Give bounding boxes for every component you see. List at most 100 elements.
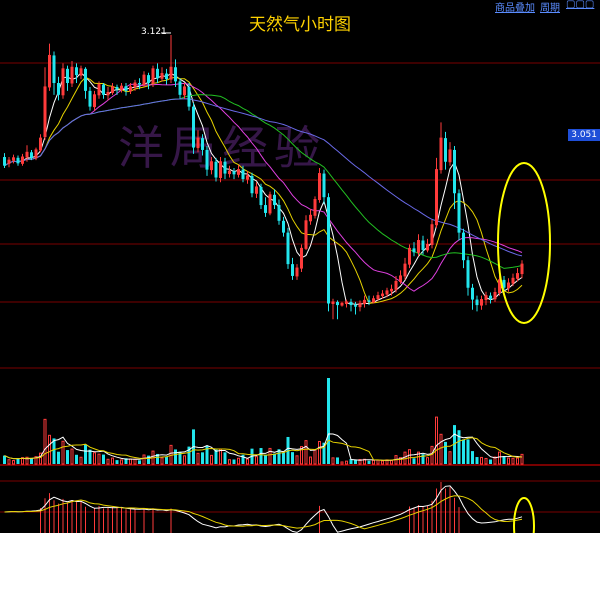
volume-bar xyxy=(111,457,114,465)
candle-body xyxy=(201,138,204,150)
candle-body xyxy=(30,152,33,158)
candle-body xyxy=(466,260,470,288)
candle-body xyxy=(3,157,6,166)
volume-bar xyxy=(336,457,339,464)
volume-bar xyxy=(3,455,6,464)
candle-body xyxy=(489,295,492,299)
candle-body xyxy=(192,106,195,148)
volume-bar xyxy=(273,453,276,464)
ma60-line xyxy=(4,98,523,257)
volume-bar xyxy=(196,452,200,465)
candle-body xyxy=(327,197,330,304)
volume-bar xyxy=(264,454,267,464)
volume-bar xyxy=(183,455,186,465)
candle-body xyxy=(232,171,236,175)
volume-bar xyxy=(435,416,438,465)
volume-bar xyxy=(444,441,447,464)
volume-bar xyxy=(255,456,258,465)
toolbar-link[interactable]: ▢▢▢ xyxy=(566,0,594,10)
volume-bar xyxy=(511,457,515,465)
volume-bar xyxy=(309,456,312,465)
highlight-ellipse-lower xyxy=(513,497,535,533)
volume-bar xyxy=(120,459,123,465)
ma5-line xyxy=(4,71,523,305)
candle-body xyxy=(444,138,447,162)
highlight-ellipse xyxy=(497,162,551,324)
volume-bar xyxy=(354,459,357,464)
current-price-tag: 3.051 xyxy=(568,129,600,141)
candle-body xyxy=(354,305,357,307)
volume-bar xyxy=(448,451,452,465)
volume-bar xyxy=(462,439,465,464)
candle-body xyxy=(205,149,209,170)
volume-bar xyxy=(237,457,240,465)
candle-body xyxy=(259,186,263,206)
volume-bar xyxy=(214,449,218,464)
candle-body xyxy=(264,205,267,213)
candle-body xyxy=(367,300,371,302)
volume-bar xyxy=(169,444,173,465)
volume-bar xyxy=(79,456,83,465)
volume-bar xyxy=(61,440,65,465)
volume-bar xyxy=(498,451,501,465)
candle-body xyxy=(84,68,87,91)
candle-body xyxy=(178,81,182,95)
volume-bar xyxy=(466,439,470,464)
volume-bar xyxy=(52,438,56,464)
volume-bar xyxy=(93,452,96,465)
candle-body xyxy=(241,169,245,180)
volume-bar xyxy=(318,440,321,465)
volume-bar xyxy=(201,452,204,464)
volume-bar xyxy=(57,451,60,464)
period-link[interactable]: 周期 xyxy=(540,0,560,14)
volume-bar xyxy=(106,458,110,465)
volume-bar xyxy=(70,448,74,465)
volume-bar xyxy=(327,378,330,464)
volume-bar xyxy=(480,456,483,465)
volume-bar xyxy=(475,457,479,464)
volume-bar xyxy=(457,430,461,464)
candle-body xyxy=(187,86,191,107)
volume-bar xyxy=(304,440,308,465)
volume-bar xyxy=(516,457,519,465)
candle-body xyxy=(124,86,128,91)
ma20-line xyxy=(4,82,523,292)
candle-body xyxy=(66,68,69,83)
volume-bar xyxy=(115,460,119,464)
volume-bar xyxy=(345,460,348,465)
candle-body xyxy=(165,73,168,80)
peak-price-label: 3.121 xyxy=(141,26,167,37)
chart-area: 洋局经验 天然气小时图 3.121 商品叠加 周期 ▢▢▢ 3.051 xyxy=(0,0,600,533)
volume-bar xyxy=(232,459,236,464)
volume-bar xyxy=(520,453,524,465)
volume-bar xyxy=(313,449,317,465)
volume-bar xyxy=(426,457,429,465)
candle-body xyxy=(453,149,456,194)
volume-bar xyxy=(97,453,101,465)
overlay-commodity-link[interactable]: 商品叠加 xyxy=(495,0,535,14)
volume-bar xyxy=(408,449,411,465)
candle-body xyxy=(462,232,465,261)
chart-svg xyxy=(0,32,600,533)
candle-body xyxy=(273,194,276,206)
volume-bar xyxy=(295,455,299,465)
volume-bar xyxy=(219,448,222,465)
volume-bar xyxy=(228,459,231,465)
candle-body xyxy=(52,55,56,83)
volume-bar xyxy=(165,457,168,464)
volume-bar xyxy=(507,457,510,465)
volume-bar xyxy=(223,452,227,464)
candle-body xyxy=(286,232,290,265)
candle-body xyxy=(88,90,92,107)
volume-bar xyxy=(282,452,285,464)
volume-bar xyxy=(210,454,213,465)
volume-bar xyxy=(340,461,344,465)
volume-bar xyxy=(291,452,294,464)
volume-bar xyxy=(147,455,150,464)
volume-bar xyxy=(259,448,263,464)
candle-body xyxy=(336,301,339,306)
candle-body xyxy=(349,301,353,306)
volume-bar xyxy=(138,460,141,464)
candle-body xyxy=(174,67,177,82)
volume-bar xyxy=(430,445,434,465)
